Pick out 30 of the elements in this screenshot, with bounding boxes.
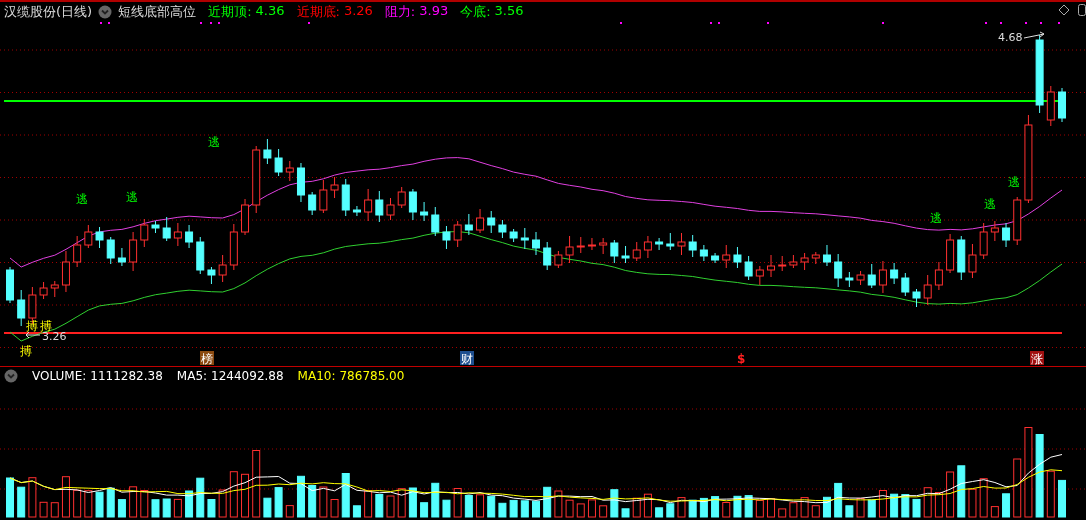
reading-value: 3.93 xyxy=(419,3,449,20)
high-price-label: 4.68 xyxy=(998,31,1045,44)
signal-label: 逃 xyxy=(76,192,88,206)
signal-label: 搏 xyxy=(40,319,52,333)
reading-label: MA10: xyxy=(297,368,336,383)
signal-label: 逃 xyxy=(208,135,220,149)
signal-label: 逃 xyxy=(984,197,996,211)
reading-value: 786785.00 xyxy=(339,368,405,383)
reading-label: 阻力: xyxy=(384,3,416,21)
reading-label: 今底: xyxy=(460,3,491,21)
reading-label: 近期顶: xyxy=(208,3,252,21)
signal-label: 搏 xyxy=(26,319,38,333)
signal-label: 逃 xyxy=(126,190,138,204)
event-badge: 涨 xyxy=(1030,351,1044,366)
reading-label: 近期底: xyxy=(296,3,340,21)
stock-title: 汉缆股份(日线) xyxy=(4,3,93,21)
event-badge: 财 xyxy=(460,351,474,366)
reading-value: 1244092.88 xyxy=(211,368,284,383)
signal-label: 逃 xyxy=(930,211,942,225)
reading-value: 1111282.38 xyxy=(90,368,163,383)
indicator-name: 短线底部高位 xyxy=(118,3,197,21)
signal-label: 搏 xyxy=(20,344,32,358)
event-badge: 榜 xyxy=(200,351,214,366)
reading-value: 3.26 xyxy=(343,3,373,20)
event-marker: $ xyxy=(737,352,746,366)
reading-value: 3.56 xyxy=(494,3,524,20)
reading-label: VOLUME: xyxy=(32,368,87,383)
signal-label: 逃 xyxy=(1008,175,1020,189)
reading-label: MA5: xyxy=(176,368,208,383)
reading-value: 4.36 xyxy=(255,3,285,20)
